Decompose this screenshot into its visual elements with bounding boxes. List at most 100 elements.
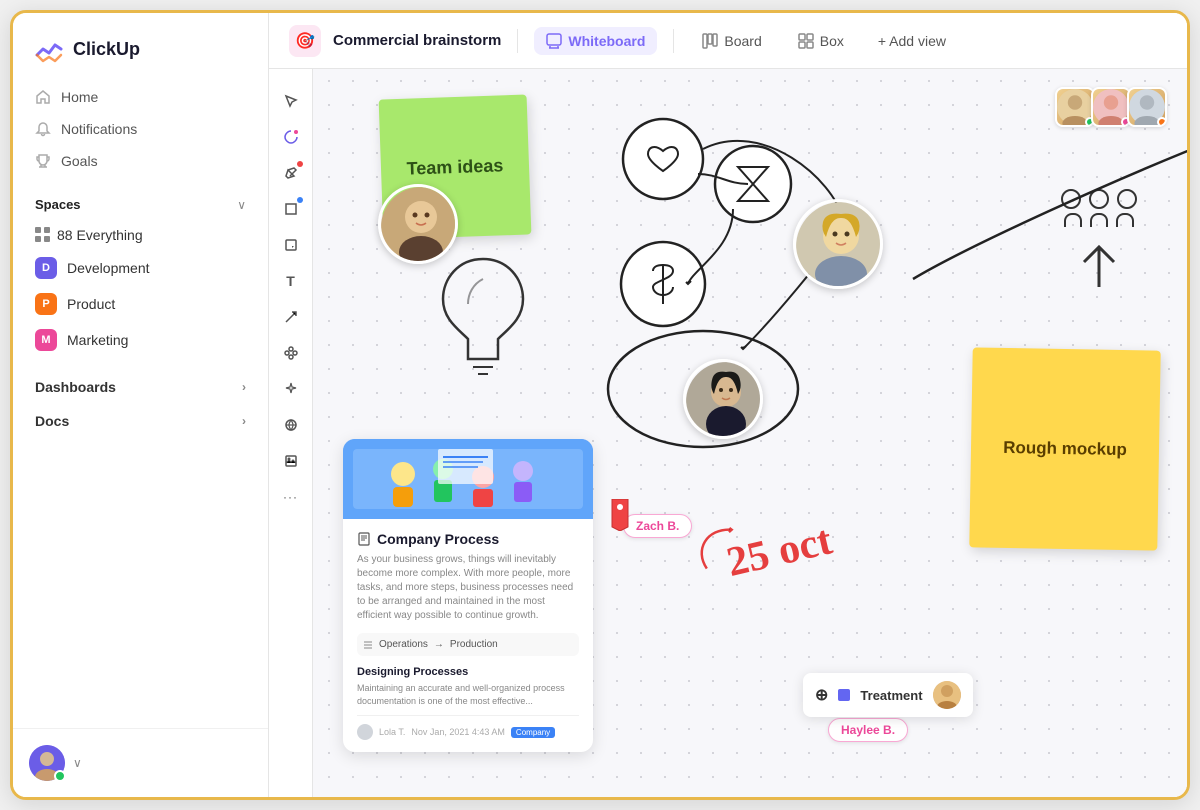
nav-notifications[interactable]: Notifications xyxy=(25,113,256,145)
tool-rect[interactable] xyxy=(275,193,307,225)
chevron-down-icon: ∨ xyxy=(237,198,246,212)
process-card-title: Company Process xyxy=(357,531,579,547)
app-container: ClickUp Home Notifications xyxy=(10,10,1190,800)
treatment-card[interactable]: ⊕ Treatment xyxy=(803,673,973,717)
user-avatar-container[interactable] xyxy=(29,745,65,781)
tab-board[interactable]: Board xyxy=(690,27,773,55)
sidebar: ClickUp Home Notifications xyxy=(13,13,269,797)
process-section-desc: Maintaining an accurate and well-organiz… xyxy=(357,682,579,707)
process-section-title: Designing Processes xyxy=(357,666,579,678)
person-photo-man xyxy=(378,184,458,264)
process-card-footer: Lola T. Nov Jan, 2021 4:43 AM Company xyxy=(357,715,579,740)
box-tab-icon xyxy=(798,33,814,49)
spaces-header[interactable]: Spaces ∨ xyxy=(25,193,256,216)
rect-icon xyxy=(284,202,298,216)
sidebar-item-everything[interactable]: 88 Everything xyxy=(25,220,153,250)
text-tool-icon: T xyxy=(286,273,295,289)
grid-icon xyxy=(35,227,51,243)
line-icon xyxy=(284,310,298,324)
date-handwritten-svg: 25 oct xyxy=(667,476,878,593)
tab-whiteboard[interactable]: Whiteboard xyxy=(534,27,657,55)
haylee-label[interactable]: Haylee B. xyxy=(828,718,908,742)
connect-icon xyxy=(284,346,298,360)
sidebar-footer: ∨ xyxy=(13,728,268,797)
project-icon: 🎯 xyxy=(289,25,321,57)
trophy-icon xyxy=(35,153,51,169)
clickup-logo-icon xyxy=(33,33,65,65)
whiteboard-canvas[interactable]: T xyxy=(269,69,1187,797)
process-card[interactable]: Company Process As your business grows, … xyxy=(343,439,593,752)
add-view-button[interactable]: + Add view xyxy=(868,27,956,55)
process-card-image xyxy=(343,439,593,519)
tag-icon xyxy=(608,499,632,531)
draw-special-icon xyxy=(283,129,299,145)
tool-draw-special[interactable] xyxy=(275,121,307,153)
whiteboard-tab-icon xyxy=(546,33,562,49)
big-arrow-svg xyxy=(863,99,1187,299)
divider-2 xyxy=(673,29,674,53)
app-name: ClickUp xyxy=(73,39,140,60)
nav-dashboards[interactable]: Dashboards › xyxy=(25,370,256,404)
more-icon: ··· xyxy=(283,490,298,504)
treatment-color-block xyxy=(838,689,850,701)
oval-drawing xyxy=(603,324,803,454)
process-card-illustration xyxy=(343,439,593,519)
process-card-description: As your business grows, things will inev… xyxy=(357,553,579,623)
toolbar: T xyxy=(269,69,313,797)
tool-globe[interactable] xyxy=(275,409,307,441)
nav-home[interactable]: Home xyxy=(25,81,256,113)
pencil-icon xyxy=(284,166,298,180)
sidebar-item-marketing[interactable]: M Marketing xyxy=(25,322,256,358)
top-bar: 🎯 Commercial brainstorm Whiteboard Board xyxy=(269,13,1187,69)
process-card-body: Company Process As your business grows, … xyxy=(343,519,593,752)
sparkle-icon xyxy=(284,382,298,396)
nav-docs[interactable]: Docs › xyxy=(25,404,256,438)
space-icon-product: P xyxy=(35,293,57,315)
space-icon-marketing: M xyxy=(35,329,57,351)
process-flow: Operations → Production xyxy=(357,633,579,656)
logo-area[interactable]: ClickUp xyxy=(13,13,268,81)
date-annotation: 25 oct xyxy=(667,476,878,598)
red-dot xyxy=(297,161,303,167)
move-cursor-icon: ⊕ xyxy=(815,685,828,705)
author-avatar xyxy=(357,724,373,740)
tool-sparkle[interactable] xyxy=(275,373,307,405)
divider-1 xyxy=(517,29,518,53)
note-icon xyxy=(284,238,298,252)
tool-image[interactable] xyxy=(275,445,307,477)
extra-links: Dashboards › Docs › xyxy=(13,370,268,438)
chevron-right-icon: › xyxy=(242,380,246,394)
globe-icon xyxy=(284,418,298,432)
tool-select[interactable] xyxy=(275,85,307,117)
project-title: Commercial brainstorm xyxy=(333,32,501,49)
home-icon xyxy=(35,89,51,105)
online-badge xyxy=(54,770,66,782)
chevron-right-icon-docs: › xyxy=(242,414,246,428)
tool-line[interactable] xyxy=(275,301,307,333)
svg-text:25 oct: 25 oct xyxy=(722,517,836,586)
spaces-section: Spaces ∨ 88 Everything D Development P P… xyxy=(13,177,268,362)
select-tool-icon xyxy=(284,94,298,108)
tool-more[interactable]: ··· xyxy=(275,481,307,513)
blue-dot xyxy=(297,197,303,203)
tool-pencil[interactable] xyxy=(275,157,307,189)
canvas-content: Team ideas Rough mockup xyxy=(313,69,1187,797)
list-icon xyxy=(363,640,373,650)
nav-goals[interactable]: Goals xyxy=(25,145,256,177)
tab-box[interactable]: Box xyxy=(786,27,856,55)
tool-text[interactable]: T xyxy=(275,265,307,297)
sidebar-item-development[interactable]: D Development xyxy=(25,250,256,286)
sticky-note-yellow[interactable]: Rough mockup xyxy=(969,347,1160,550)
lightbulb-svg xyxy=(423,239,543,399)
sidebar-item-product[interactable]: P Product xyxy=(25,286,256,322)
tool-connect[interactable] xyxy=(275,337,307,369)
doc-icon xyxy=(357,532,371,546)
main-content: 🎯 Commercial brainstorm Whiteboard Board xyxy=(269,13,1187,797)
bell-icon xyxy=(35,121,51,137)
user-chevron[interactable]: ∨ xyxy=(73,756,82,770)
image-icon xyxy=(284,454,298,468)
tool-note[interactable] xyxy=(275,229,307,261)
space-icon-dev: D xyxy=(35,257,57,279)
main-nav: Home Notifications Goals xyxy=(13,81,268,177)
lightbulb-drawing xyxy=(423,239,543,399)
